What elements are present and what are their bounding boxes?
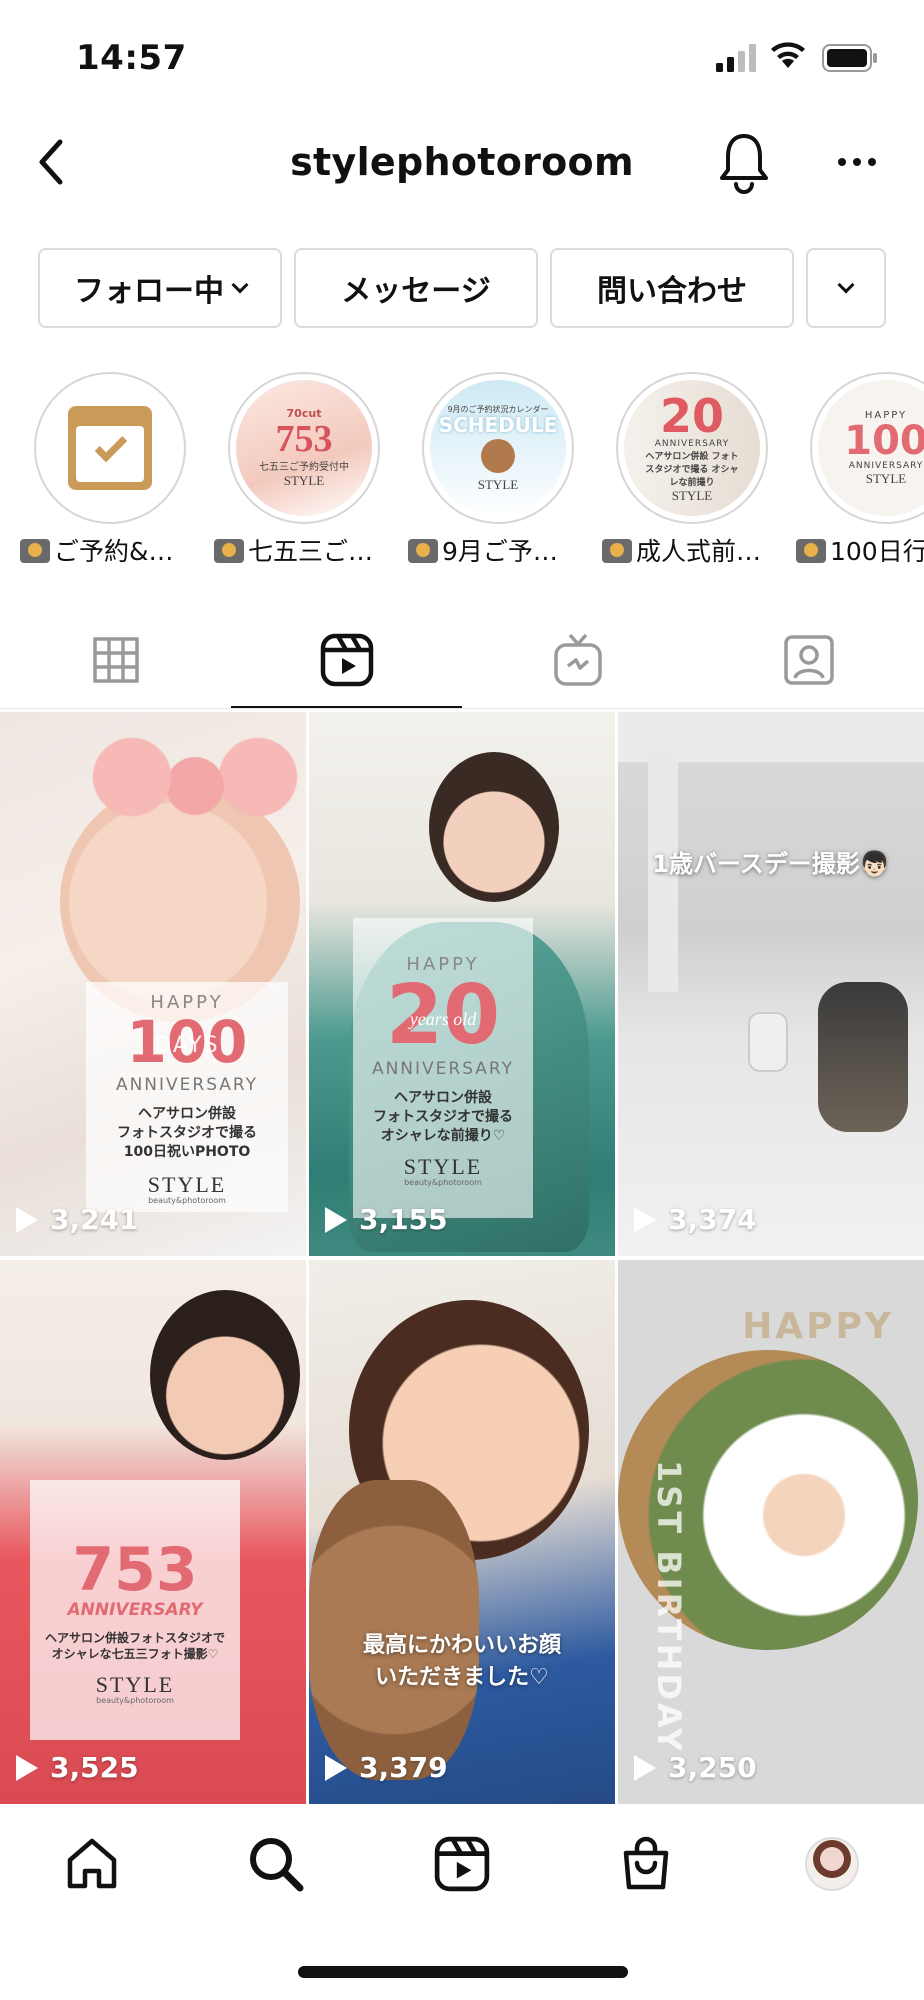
- photographer: [818, 982, 908, 1132]
- bell-icon[interactable]: [716, 130, 772, 194]
- view-count: 3,379: [325, 1751, 448, 1784]
- highlight-label: 9月ご予…: [408, 532, 598, 568]
- reel-caption: HAPPY: [742, 1306, 894, 1347]
- flower-crown: [90, 732, 300, 822]
- tab-reels[interactable]: [231, 612, 462, 708]
- story-highlights: ご予約&… 70cut 753 七五三ご予約受付中 STYLE 七五三ご… 9月…: [0, 370, 924, 570]
- grid-icon: [92, 637, 139, 683]
- search-icon: [250, 1838, 304, 1892]
- child-photo: [748, 1012, 788, 1072]
- profile-avatar: [805, 1837, 859, 1891]
- chevron-down-icon: [231, 276, 249, 294]
- highlight-item[interactable]: 70cut 753 七五三ご予約受付中 STYLE 七五三ご…: [214, 370, 384, 570]
- play-icon: [325, 1206, 347, 1233]
- reel-tile[interactable]: HAPPY 1ST BIRTHDAY 3,250: [618, 1260, 924, 1804]
- message-button[interactable]: メッセージ: [294, 248, 538, 328]
- nav-shop[interactable]: [614, 1832, 678, 1896]
- status-bar: 14:57: [0, 0, 924, 110]
- reel-tile[interactable]: 最高にかわいいお顔 いただきました♡ 3,379: [309, 1260, 615, 1804]
- camera-icon: [602, 539, 632, 563]
- reel-overlay-card: HAPPY 100 DAYS ANNIVERSARY ヘアサロン併設 フォトスタ…: [86, 982, 288, 1212]
- view-count: 3,155: [325, 1203, 448, 1236]
- highlight-ring: 70cut 753 七五三ご予約受付中 STYLE: [228, 372, 380, 524]
- highlight-label: 100日行: [796, 532, 924, 568]
- play-icon: [16, 1754, 38, 1781]
- highlight-cover: HAPPY 100 ANNIVERSARY STYLE: [818, 380, 924, 516]
- reel-overlay-card: 753 ANNIVERSARY ヘアサロン併設フォトスタジオで オシャレな七五三…: [30, 1480, 240, 1740]
- nav-home[interactable]: [60, 1832, 124, 1896]
- highlight-item[interactable]: 9月のご予約状況カレンダー SCHEDULE STYLE 9月ご予…: [408, 370, 578, 570]
- signal-icon: [716, 44, 756, 72]
- highlight-label: 成人式前…: [602, 532, 792, 568]
- contact-label: 問い合わせ: [597, 274, 747, 309]
- home-indicator: [298, 1966, 628, 1978]
- highlight-ring: HAPPY 100 ANNIVERSARY STYLE: [810, 372, 924, 524]
- reel-caption: 1歳バースデー撮影👦🏻: [652, 850, 890, 878]
- bottom-nav: [0, 1806, 924, 1926]
- highlight-label: ご予約&…: [20, 532, 210, 568]
- calendar-icon: [42, 380, 178, 516]
- child-photo: [150, 1290, 300, 1460]
- following-button[interactable]: フォロー中: [38, 248, 282, 328]
- highlight-item[interactable]: ご予約&…: [20, 370, 190, 570]
- play-icon: [325, 1754, 347, 1781]
- tab-igtv[interactable]: [462, 612, 693, 708]
- profile-tabs: [0, 612, 924, 710]
- following-label: フォロー中: [74, 274, 224, 309]
- tagged-icon: [783, 635, 834, 685]
- highlight-ring: [34, 372, 186, 524]
- reel-tile[interactable]: 753 ANNIVERSARY ヘアサロン併設フォトスタジオで オシャレな七五三…: [0, 1260, 306, 1804]
- highlight-cover: 70cut 753 七五三ご予約受付中 STYLE: [236, 380, 372, 516]
- camera-icon: [408, 539, 438, 563]
- shop-icon: [623, 1836, 669, 1890]
- profile-username: stylephotoroom: [290, 140, 634, 184]
- birthday-text: 1ST BIRTHDAY: [650, 1460, 688, 1754]
- camera-icon: [214, 539, 244, 563]
- highlight-cover: 20 ANNIVERSARY ヘアサロン併設 フォトスタジオで撮る オシャレな前…: [624, 380, 760, 516]
- highlight-ring: 20 ANNIVERSARY ヘアサロン併設 フォトスタジオで撮る オシャレな前…: [616, 372, 768, 524]
- reel-tile[interactable]: HAPPY 100 DAYS ANNIVERSARY ヘアサロン併設 フォトスタ…: [0, 712, 306, 1256]
- tab-divider: [0, 708, 924, 709]
- play-icon: [634, 1206, 656, 1233]
- nav-search[interactable]: [244, 1832, 308, 1896]
- highlight-cover: 9月のご予約状況カレンダー SCHEDULE STYLE: [430, 380, 566, 516]
- battery-icon: [822, 44, 877, 72]
- teddy-bear-icon: [481, 438, 515, 473]
- wifi-icon: [771, 42, 805, 68]
- view-count: 3,525: [16, 1751, 139, 1784]
- message-label: メッセージ: [341, 274, 491, 309]
- nav-profile[interactable]: [800, 1832, 864, 1896]
- reels-icon: [434, 1836, 490, 1892]
- reel-tile[interactable]: 1歳バースデー撮影👦🏻 3,374: [618, 712, 924, 1256]
- woman-photo: [429, 752, 559, 902]
- chevron-down-icon: [837, 276, 855, 294]
- more-icon[interactable]: [832, 142, 882, 182]
- play-icon: [16, 1206, 38, 1233]
- suggested-accounts-button[interactable]: [806, 248, 886, 328]
- camera-icon: [20, 539, 50, 563]
- reel-caption: 最高にかわいいお顔 いただきました♡: [362, 1633, 561, 1690]
- view-count: 3,374: [634, 1203, 757, 1236]
- highlight-label: 七五三ご…: [214, 532, 404, 568]
- highlight-item[interactable]: 20 ANNIVERSARY ヘアサロン併設 フォトスタジオで撮る オシャレな前…: [602, 370, 772, 570]
- reels-grid: HAPPY 100 DAYS ANNIVERSARY ヘアサロン併設 フォトスタ…: [0, 712, 924, 1804]
- profile-actions: フォロー中 メッセージ 問い合わせ: [0, 248, 924, 330]
- home-icon: [67, 1838, 117, 1889]
- highlight-item[interactable]: HAPPY 100 ANNIVERSARY STYLE 100日行: [796, 370, 924, 570]
- reel-tile[interactable]: HAPPY 20 years old ANNIVERSARY ヘアサロン併設 フ…: [309, 712, 615, 1256]
- view-count: 3,241: [16, 1203, 139, 1236]
- nav-reels[interactable]: [430, 1832, 494, 1896]
- status-time: 14:57: [76, 38, 187, 78]
- camera-icon: [796, 539, 826, 563]
- igtv-icon: [553, 633, 602, 686]
- contact-button[interactable]: 問い合わせ: [550, 248, 794, 328]
- view-count: 3,250: [634, 1751, 757, 1784]
- tab-tagged[interactable]: [693, 612, 924, 708]
- tab-grid[interactable]: [0, 612, 231, 708]
- highlight-ring: 9月のご予約状況カレンダー SCHEDULE STYLE: [422, 372, 574, 524]
- reels-icon: [320, 633, 373, 687]
- play-icon: [634, 1754, 656, 1781]
- profile-header: stylephotoroom: [0, 120, 924, 210]
- reel-overlay-card: HAPPY 20 years old ANNIVERSARY ヘアサロン併設 フ…: [353, 918, 533, 1218]
